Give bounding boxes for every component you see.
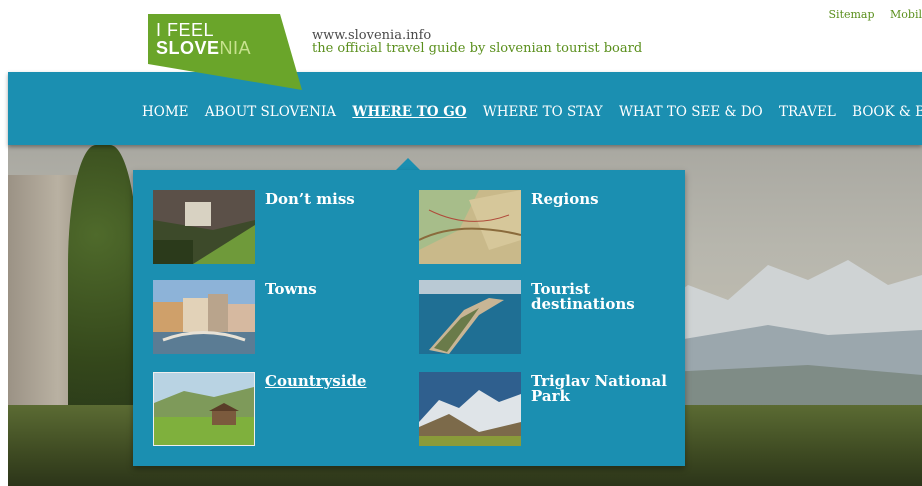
dropdown-item-triglav-national-park[interactable]: Triglav National Park	[419, 372, 679, 450]
triglav-thumbnail[interactable]	[419, 372, 521, 446]
dropdown-item-tourist-destinations[interactable]: Tourist destinations	[419, 280, 679, 358]
dropdown-item-towns[interactable]: Towns	[153, 280, 413, 358]
nav-about-slovenia[interactable]: ABOUT SLOVENIA	[205, 104, 336, 120]
logo-line-2: SLOVENIA	[156, 39, 251, 57]
logo-line-1: I FEEL	[156, 20, 215, 40]
site-tagline: the official travel guide by slovenian t…	[312, 41, 643, 56]
tourist-destinations-label[interactable]: Tourist destinations	[531, 282, 681, 312]
nav-travel[interactable]: TRAVEL	[779, 104, 836, 120]
dont-miss-thumbnail[interactable]	[153, 190, 255, 264]
towns-label[interactable]: Towns	[265, 282, 415, 297]
logo-line-2-thin: NIA	[219, 38, 252, 58]
dont-miss-label[interactable]: Don’t miss	[265, 192, 415, 207]
dropdown-item-dont-miss[interactable]: Don’t miss	[153, 190, 413, 268]
nav-where-to-go[interactable]: WHERE TO GO	[352, 104, 466, 120]
where-to-go-dropdown: Don’t miss Regions Towns Tourist destina…	[133, 170, 685, 466]
triglav-label[interactable]: Triglav National Park	[531, 374, 681, 404]
regions-thumbnail[interactable]	[419, 190, 521, 264]
nav-where-to-stay[interactable]: WHERE TO STAY	[483, 104, 603, 120]
towns-thumbnail[interactable]	[153, 280, 255, 354]
dropdown-item-countryside[interactable]: Countryside	[153, 372, 413, 450]
dropdown-caret	[396, 158, 420, 170]
sitemap-link[interactable]: Sitemap	[829, 8, 875, 21]
top-links: Sitemap Mobil	[817, 8, 922, 21]
ivy-tree	[68, 145, 138, 445]
main-nav: HOME ABOUT SLOVENIA WHERE TO GO WHERE TO…	[142, 104, 922, 120]
countryside-thumbnail[interactable]	[153, 372, 255, 446]
countryside-label[interactable]: Countryside	[265, 374, 415, 389]
mobile-link[interactable]: Mobil	[890, 8, 922, 21]
nav-home[interactable]: HOME	[142, 104, 189, 120]
dropdown-item-regions[interactable]: Regions	[419, 190, 679, 268]
regions-label[interactable]: Regions	[531, 192, 681, 207]
nav-what-to-see-do[interactable]: WHAT TO SEE & DO	[619, 104, 763, 120]
i-feel-slovenia-logo[interactable]: I FEEL SLOVENIA	[148, 14, 302, 90]
nav-book-buy[interactable]: BOOK & BUY	[852, 104, 922, 120]
site-header: I FEEL SLOVENIA www.slovenia.info the of…	[0, 0, 922, 90]
tourist-destinations-thumbnail[interactable]	[419, 280, 521, 354]
logo-line-2-bold: SLOVE	[156, 38, 220, 58]
